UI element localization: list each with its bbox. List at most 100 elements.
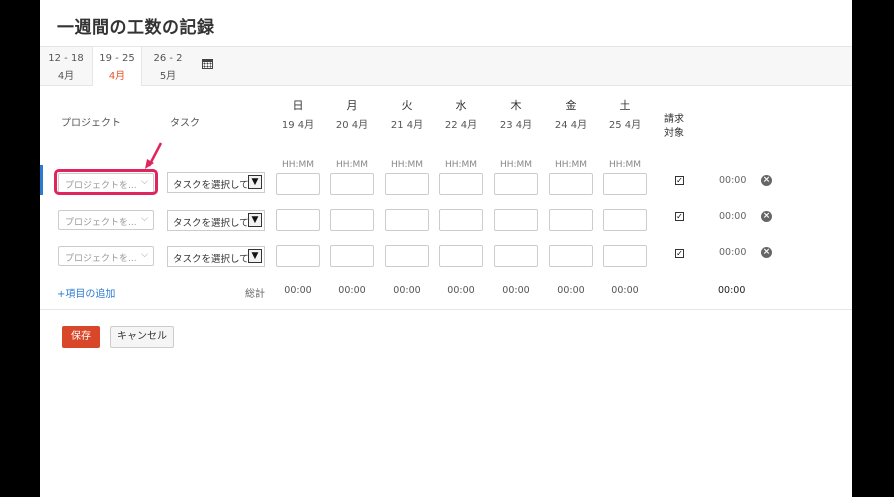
day-total: 00:00 xyxy=(393,285,421,296)
day-header-wed: 水 22 4月 xyxy=(439,97,483,131)
time-input-fri[interactable] xyxy=(549,245,593,267)
total-label: 総計 xyxy=(245,289,265,300)
week-month: 4月 xyxy=(57,71,75,82)
dropdown-arrow-icon: ▼ xyxy=(248,249,262,263)
time-input-mon[interactable] xyxy=(330,245,374,267)
close-circle-icon[interactable]: × xyxy=(761,175,772,186)
day-date: 19 4月 xyxy=(281,120,315,131)
week-month: 5月 xyxy=(159,71,177,82)
day-total: 00:00 xyxy=(284,285,312,296)
day-header-mon: 月 20 4月 xyxy=(330,97,374,131)
week-month: 4月 xyxy=(108,71,126,82)
time-input-thu[interactable] xyxy=(494,173,538,195)
time-input-wed[interactable] xyxy=(439,209,483,231)
time-input-mon[interactable] xyxy=(330,173,374,195)
time-input-thu[interactable] xyxy=(494,209,538,231)
project-select-value: プロジェクトを... xyxy=(65,218,137,228)
dropdown-arrow-icon: ▼ xyxy=(248,213,262,227)
week-selector: 12 - 18 4月 19 - 25 4月 26 - 2 5月 xyxy=(40,46,852,86)
project-select-value: プロジェクトを... xyxy=(65,254,137,264)
time-input-wed[interactable] xyxy=(439,173,483,195)
billable-checkbox[interactable]: ✓ xyxy=(675,176,684,185)
project-select[interactable]: プロジェクトを... ⌵ xyxy=(58,210,154,230)
day-header-tue: 火 21 4月 xyxy=(385,97,429,131)
task-select[interactable]: タスクを選択して ▼ xyxy=(167,172,265,193)
time-format-hint: HH:MM xyxy=(499,160,533,170)
time-format-hint: HH:MM xyxy=(608,160,642,170)
day-total: 00:00 xyxy=(338,285,366,296)
time-format-hint: HH:MM xyxy=(335,160,369,170)
time-input-sat[interactable] xyxy=(603,173,647,195)
day-header-sat: 土 25 4月 xyxy=(603,97,647,131)
day-name: 水 xyxy=(455,99,467,112)
row-total: 00:00 xyxy=(719,211,747,222)
time-format-hint: HH:MM xyxy=(281,160,315,170)
day-header-thu: 木 23 4月 xyxy=(494,97,538,131)
task-select-value: タスクを選択して xyxy=(173,254,249,265)
column-task: タスク xyxy=(170,118,200,129)
save-button[interactable]: 保存 xyxy=(62,326,100,348)
day-name: 金 xyxy=(565,99,577,112)
day-total: 00:00 xyxy=(502,285,530,296)
day-name: 月 xyxy=(346,99,358,112)
time-format-hint: HH:MM xyxy=(444,160,478,170)
task-select-value: タスクを選択して xyxy=(173,180,249,191)
day-total: 00:00 xyxy=(611,285,639,296)
active-row-indicator xyxy=(40,165,43,195)
day-total: 00:00 xyxy=(447,285,475,296)
day-date: 22 4月 xyxy=(444,120,478,131)
week-range: 19 - 25 xyxy=(99,53,135,64)
divider xyxy=(40,309,852,310)
column-project: プロジェクト xyxy=(61,118,121,129)
time-input-tue[interactable] xyxy=(385,173,429,195)
task-select-value: タスクを選択して xyxy=(173,218,249,229)
close-circle-icon[interactable]: × xyxy=(761,247,772,258)
column-billable: 請求対象 xyxy=(664,114,684,139)
time-input-thu[interactable] xyxy=(494,245,538,267)
week-range: 12 - 18 xyxy=(48,53,84,64)
time-input-mon[interactable] xyxy=(330,209,374,231)
day-date: 20 4月 xyxy=(335,120,369,131)
page-title: 一週間の工数の記録 xyxy=(57,18,215,38)
day-name: 木 xyxy=(510,99,522,112)
time-input-sun[interactable] xyxy=(276,245,320,267)
calendar-icon[interactable] xyxy=(202,59,213,69)
time-input-sat[interactable] xyxy=(603,245,647,267)
time-format-hint: HH:MM xyxy=(390,160,424,170)
billable-checkbox[interactable]: ✓ xyxy=(675,212,684,221)
cancel-button[interactable]: キャンセル xyxy=(110,326,174,348)
day-header-fri: 金 24 4月 xyxy=(549,97,593,131)
time-input-tue[interactable] xyxy=(385,245,429,267)
time-format-hint: HH:MM xyxy=(554,160,588,170)
time-input-fri[interactable] xyxy=(549,173,593,195)
arrow-icon xyxy=(145,142,163,169)
time-input-sat[interactable] xyxy=(603,209,647,231)
time-input-tue[interactable] xyxy=(385,209,429,231)
day-total: 00:00 xyxy=(557,285,585,296)
timesheet-panel: 一週間の工数の記録 12 - 18 4月 19 - 25 4月 26 - 2 5… xyxy=(40,0,852,497)
grand-total: 00:00 xyxy=(718,285,746,296)
chevron-down-icon: ⌵ xyxy=(141,250,148,260)
time-input-sun[interactable] xyxy=(276,209,320,231)
task-select[interactable]: タスクを選択して ▼ xyxy=(167,210,265,231)
day-name: 土 xyxy=(619,99,631,112)
time-input-fri[interactable] xyxy=(549,209,593,231)
time-input-wed[interactable] xyxy=(439,245,483,267)
row-total: 00:00 xyxy=(719,175,747,186)
week-tab-26-2[interactable]: 26 - 2 5月 xyxy=(150,47,186,85)
annotation-highlight xyxy=(54,169,158,195)
row-total: 00:00 xyxy=(719,247,747,258)
dropdown-arrow-icon: ▼ xyxy=(248,175,262,189)
task-select[interactable]: タスクを選択して ▼ xyxy=(167,246,265,267)
billable-checkbox[interactable]: ✓ xyxy=(675,249,684,258)
chevron-down-icon: ⌵ xyxy=(141,214,148,224)
time-input-sun[interactable] xyxy=(276,173,320,195)
week-tab-19-25[interactable]: 19 - 25 4月 xyxy=(92,47,142,86)
project-select[interactable]: プロジェクトを... ⌵ xyxy=(58,246,154,266)
add-item-link[interactable]: +項目の追加 xyxy=(57,285,115,300)
week-tab-12-18[interactable]: 12 - 18 4月 xyxy=(48,47,84,85)
day-date: 21 4月 xyxy=(390,120,424,131)
week-range: 26 - 2 xyxy=(153,53,183,64)
day-date: 25 4月 xyxy=(608,120,642,131)
close-circle-icon[interactable]: × xyxy=(761,211,772,222)
